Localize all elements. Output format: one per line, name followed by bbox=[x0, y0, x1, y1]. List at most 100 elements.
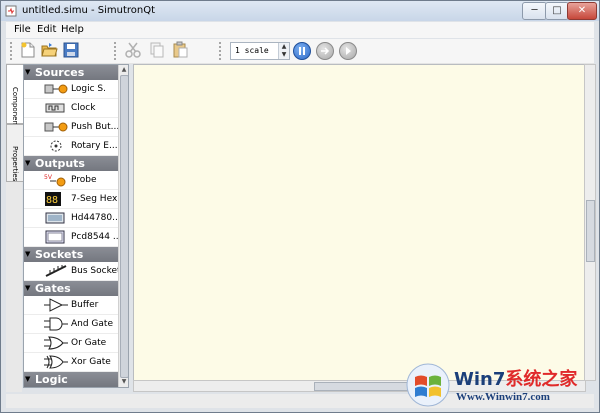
category-label: Outputs bbox=[35, 157, 85, 170]
main-window: untitled.simu - SimutronQt ─ □ ✕ File Ed… bbox=[0, 0, 600, 413]
save-icon[interactable] bbox=[62, 41, 80, 59]
component-item[interactable]: Or Gate bbox=[24, 334, 118, 353]
or-gate-icon bbox=[44, 336, 68, 350]
expand-arrow-icon[interactable]: ▼ bbox=[25, 372, 30, 387]
maximize-button[interactable]: □ bbox=[545, 2, 569, 20]
component-item[interactable]: Rotary E... bbox=[24, 137, 118, 156]
component-label: Rotary E... bbox=[71, 141, 118, 151]
and-gate-icon bbox=[44, 317, 68, 331]
copy-icon[interactable] bbox=[148, 41, 166, 59]
circuit-canvas[interactable] bbox=[133, 64, 586, 381]
tab-properties[interactable]: Properties bbox=[6, 124, 24, 182]
minimize-button[interactable]: ─ bbox=[522, 2, 547, 20]
scroll-thumb[interactable] bbox=[120, 75, 128, 378]
scale-spinbox[interactable]: 1 scale ▲ ▼ bbox=[230, 42, 290, 60]
app-icon bbox=[5, 5, 17, 17]
components-list: ▼ Sources Logic S. Clock Push But... Rotary E… bbox=[24, 65, 122, 388]
component-item[interactable]: Bus Socket bbox=[24, 262, 121, 281]
component-item[interactable]: Push But... bbox=[24, 118, 120, 137]
clock-icon bbox=[44, 101, 68, 115]
lcd-icon bbox=[44, 211, 68, 225]
expand-arrow-icon[interactable]: ▼ bbox=[25, 65, 30, 80]
tab-components[interactable]: Components bbox=[6, 64, 24, 132]
category-label: Sockets bbox=[35, 248, 84, 261]
component-item[interactable]: Logic S. bbox=[24, 80, 118, 99]
component-item[interactable]: JK E-T bbox=[24, 387, 118, 388]
menu-edit[interactable]: Edit bbox=[37, 23, 56, 37]
components-scrollbar[interactable]: ▲ ▼ bbox=[118, 65, 128, 387]
component-item[interactable]: Xor Gate bbox=[24, 353, 118, 372]
step-icon[interactable] bbox=[316, 42, 334, 60]
toolbar-handle-2[interactable] bbox=[114, 42, 119, 60]
probe-icon: 5V bbox=[44, 173, 68, 187]
expand-arrow-icon[interactable]: ▼ bbox=[25, 247, 30, 262]
canvas-vscroll-thumb[interactable] bbox=[586, 200, 595, 262]
component-label: Probe bbox=[71, 175, 97, 185]
expand-arrow-icon[interactable]: ▼ bbox=[25, 156, 30, 171]
components-panel: ▼ Sources Logic S. Clock Push But... Rotary E… bbox=[23, 64, 129, 388]
watermark-brand: Win7系统之家 bbox=[454, 365, 577, 391]
category-sources[interactable]: ▼ Sources bbox=[24, 65, 118, 80]
category-logic[interactable]: ▼ Logic bbox=[24, 372, 118, 387]
toolbar: 1 scale ▲ ▼ bbox=[6, 39, 594, 64]
category-sockets[interactable]: ▼ Sockets bbox=[24, 247, 118, 262]
component-label: Push But... bbox=[71, 122, 120, 132]
paste-icon[interactable] bbox=[171, 41, 189, 59]
category-outputs[interactable]: ▼ Outputs bbox=[24, 156, 118, 171]
component-item[interactable]: Clock bbox=[24, 99, 118, 118]
run-glyph bbox=[346, 47, 351, 55]
open-folder-icon[interactable] bbox=[40, 41, 58, 59]
component-label: Clock bbox=[71, 103, 96, 113]
expand-arrow-icon[interactable]: ▼ bbox=[25, 281, 30, 296]
component-label: JK E-T bbox=[71, 387, 96, 388]
title-bar: untitled.simu - SimutronQt ─ □ ✕ bbox=[1, 1, 599, 21]
canvas-hscroll-thumb[interactable] bbox=[314, 382, 408, 391]
canvas-vertical-scrollbar[interactable] bbox=[584, 64, 596, 381]
scale-value: 1 scale bbox=[235, 46, 269, 55]
component-label: Xor Gate bbox=[71, 357, 111, 367]
category-label: Sources bbox=[35, 66, 85, 79]
watermark: Win7系统之家 Www.Winwin7.com bbox=[406, 363, 596, 409]
svg-text:5V: 5V bbox=[44, 174, 53, 181]
step-glyph bbox=[321, 47, 330, 55]
component-label: Buffer bbox=[71, 300, 99, 310]
menu-file[interactable]: File bbox=[14, 23, 31, 37]
menu-bar: File Edit Help bbox=[6, 22, 594, 38]
bus-socket-icon bbox=[44, 264, 68, 278]
lcd2-icon bbox=[44, 230, 68, 244]
cut-icon[interactable] bbox=[124, 41, 142, 59]
scroll-up-arrow[interactable]: ▲ bbox=[119, 65, 128, 75]
xor-gate-icon bbox=[44, 355, 68, 369]
windows-logo-icon bbox=[406, 363, 450, 407]
component-label: Bus Socket bbox=[71, 266, 121, 276]
component-item[interactable]: 88 7-Seg Hex bbox=[24, 190, 118, 209]
side-tabs: Components Properties bbox=[6, 64, 24, 392]
component-label: Pcd8544 ... bbox=[71, 232, 122, 242]
buffer-gate-icon bbox=[44, 298, 68, 312]
component-label: Logic S. bbox=[71, 84, 106, 94]
spin-arrows[interactable]: ▲ ▼ bbox=[278, 43, 289, 59]
component-item[interactable]: Hd44780... bbox=[24, 209, 121, 228]
menu-help[interactable]: Help bbox=[61, 23, 84, 37]
window-title: untitled.simu - SimutronQt bbox=[22, 5, 156, 16]
toolbar-handle-3[interactable] bbox=[219, 42, 224, 60]
new-file-icon[interactable] bbox=[19, 41, 37, 59]
component-item[interactable]: And Gate bbox=[24, 315, 118, 334]
seven-seg-icon: 88 bbox=[44, 192, 68, 206]
tab-properties-label: Properties bbox=[11, 146, 19, 182]
pause-icon[interactable] bbox=[293, 42, 311, 60]
tab-components-label: Components bbox=[11, 87, 19, 132]
toolbar-handle[interactable] bbox=[10, 42, 15, 60]
run-icon[interactable] bbox=[339, 42, 357, 60]
rotary-encoder-icon bbox=[44, 139, 68, 153]
close-button[interactable]: ✕ bbox=[567, 2, 597, 20]
scroll-down-arrow[interactable]: ▼ bbox=[119, 377, 128, 387]
category-label: Logic bbox=[35, 373, 68, 386]
component-label: Hd44780... bbox=[71, 213, 121, 223]
component-item[interactable]: Pcd8544 ... bbox=[24, 228, 122, 247]
component-label: And Gate bbox=[71, 319, 113, 329]
pause-glyph bbox=[299, 47, 305, 55]
component-item[interactable]: 5V Probe bbox=[24, 171, 118, 190]
component-item[interactable]: Buffer bbox=[24, 296, 118, 315]
category-gates[interactable]: ▼ Gates bbox=[24, 281, 118, 296]
